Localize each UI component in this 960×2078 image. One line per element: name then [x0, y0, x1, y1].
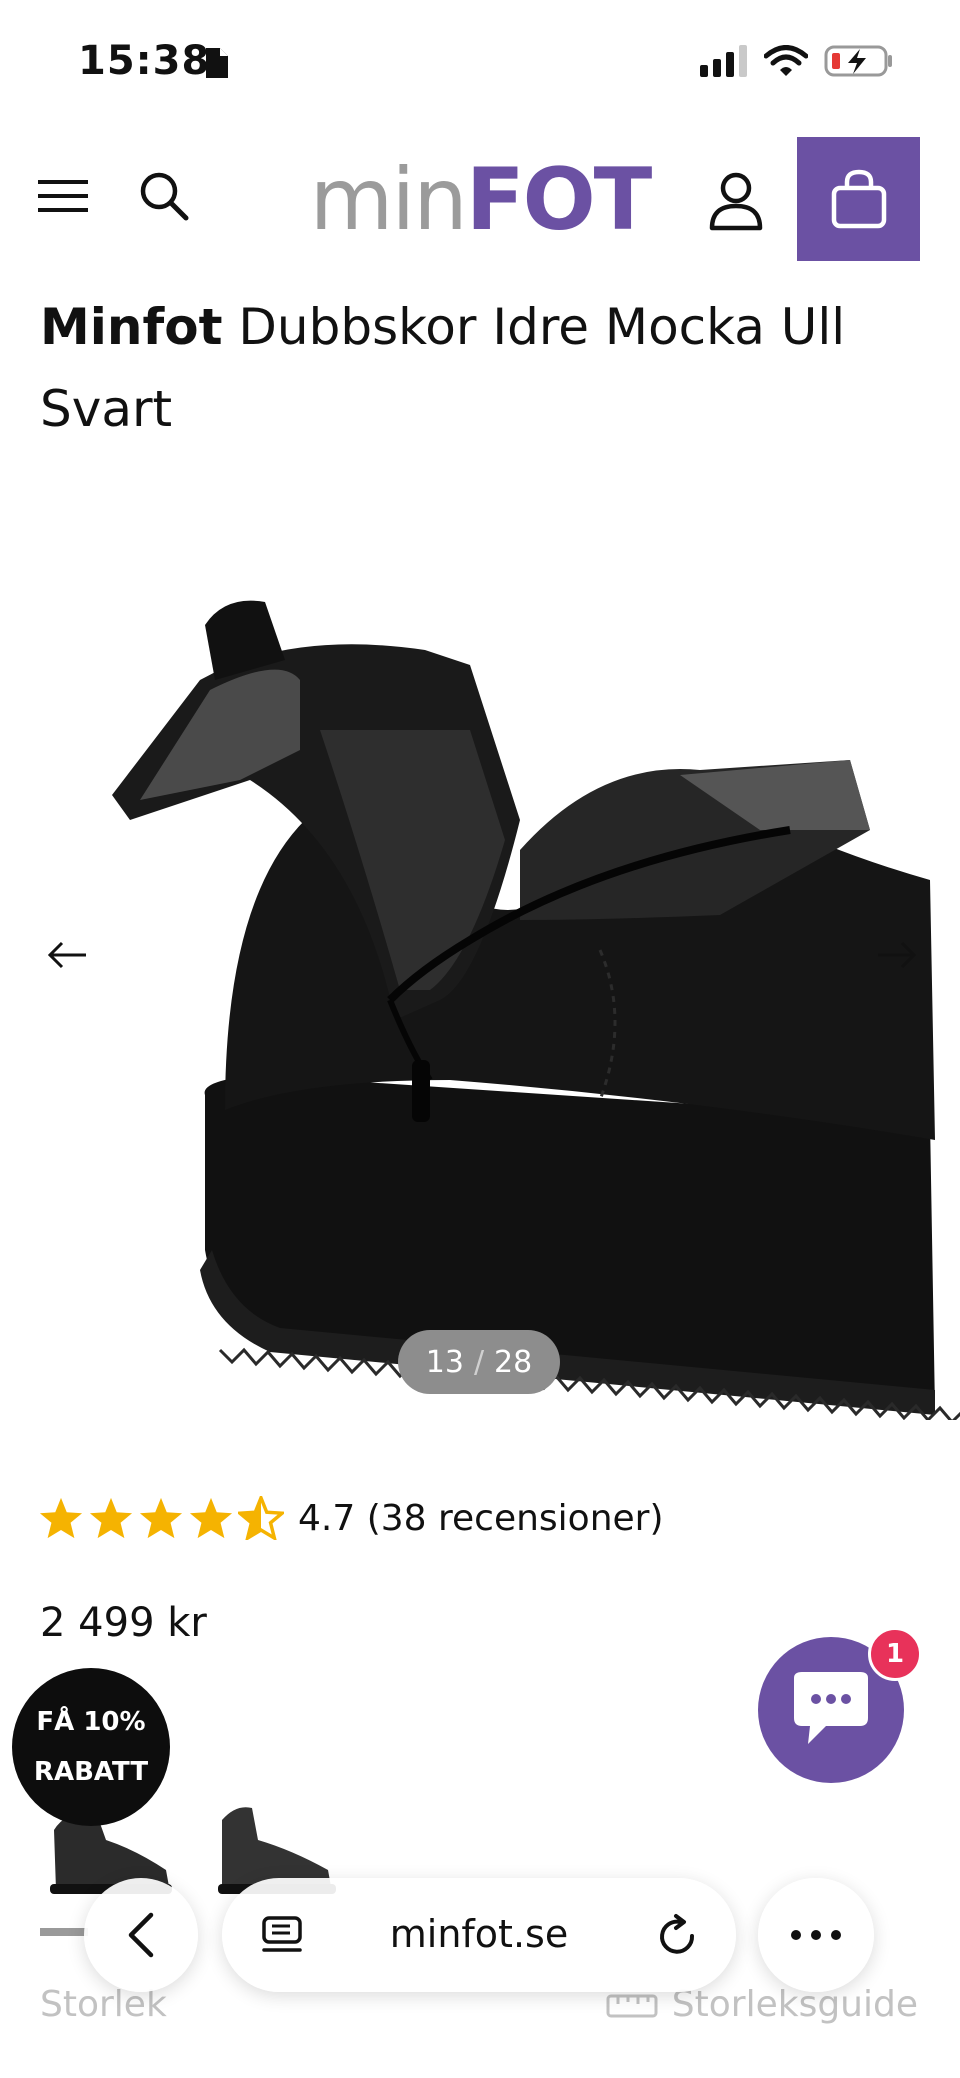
- product-rating[interactable]: 4.7 (38 recensioner): [38, 1496, 664, 1540]
- back-icon: [128, 1912, 154, 1958]
- battery-icon: [824, 45, 892, 77]
- reload-icon[interactable]: [656, 1912, 700, 1958]
- counter-total: 28: [494, 1344, 533, 1380]
- star-icon: [89, 1497, 133, 1539]
- account-icon[interactable]: [706, 170, 766, 232]
- chat-icon: [794, 1672, 868, 1744]
- half-star-icon: [238, 1496, 284, 1540]
- ruler-icon: [606, 1994, 658, 2017]
- logo-min: min: [309, 150, 468, 250]
- chat-notification-badge: 1: [868, 1627, 922, 1681]
- wifi-icon: [764, 45, 808, 76]
- product-image[interactable]: [0, 520, 960, 1420]
- star-icon: [189, 1497, 233, 1539]
- product-price: 2 499 kr: [40, 1600, 207, 1646]
- signal-icon: [700, 45, 747, 77]
- document-icon: [206, 48, 228, 78]
- more-icon: [791, 1930, 841, 1940]
- status-time: 15:38: [78, 38, 211, 84]
- star-icon: [39, 1497, 83, 1539]
- shopping-bag-icon: [831, 169, 886, 229]
- discount-line2: RABATT: [33, 1757, 149, 1787]
- arrow-right-icon[interactable]: [864, 935, 924, 975]
- discount-line1: FÅ 10%: [36, 1707, 146, 1737]
- rating-text: 4.7 (38 recensioner): [298, 1497, 664, 1539]
- status-indicators: [700, 44, 894, 78]
- arrow-left-icon[interactable]: [40, 935, 100, 975]
- size-guide-label: Storleksguide: [671, 1984, 918, 2025]
- product-title: Minfot Dubbskor Idre Mocka Ull Svart: [40, 286, 920, 450]
- counter-separator: /: [473, 1344, 485, 1380]
- image-counter: 13 / 28: [398, 1330, 560, 1394]
- browser-back-button[interactable]: [84, 1878, 198, 1992]
- product-brand: Minfot: [40, 298, 223, 356]
- browser-address-bar[interactable]: minfot.se: [222, 1878, 736, 1992]
- logo-fot: FOT: [465, 150, 653, 250]
- discount-badge[interactable]: FÅ 10% RABATT: [12, 1668, 170, 1826]
- thumbnail-indicator: [40, 1928, 88, 1936]
- star-icon: [139, 1497, 183, 1539]
- browser-more-button[interactable]: [758, 1878, 874, 1992]
- cart-button[interactable]: [797, 137, 920, 261]
- counter-current: 13: [425, 1344, 464, 1380]
